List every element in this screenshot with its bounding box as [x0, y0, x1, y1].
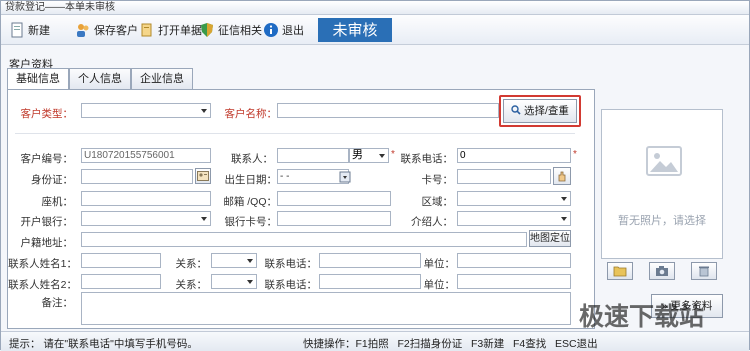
relation-2-label: 关系： [175, 279, 208, 291]
open-document-button[interactable]: 打开单据 [139, 20, 202, 40]
id-card-label: 身份证： [31, 174, 73, 186]
open-document-label: 打开单据 [158, 25, 202, 37]
bank-card-input[interactable] [277, 211, 391, 226]
referrer-label: 介绍人： [411, 216, 453, 228]
customer-name-label: 客户名称： [224, 108, 278, 120]
window-title: 贷款登记——本单未审核 [1, 1, 749, 15]
tab-company-info[interactable]: 企业信息 [131, 68, 193, 89]
map-locate-button[interactable]: 地图定位 [529, 230, 571, 247]
customer-no-input[interactable]: U180720155756001 [81, 148, 211, 163]
credit-label: 征信相关 [218, 25, 262, 37]
contact-phone-1-input[interactable] [319, 253, 421, 268]
landline-label: 座机： [41, 196, 74, 208]
address-input[interactable] [81, 232, 527, 247]
contact-phone-2-input[interactable] [319, 274, 421, 289]
customer-type-select[interactable] [81, 103, 211, 118]
relation-2-select[interactable] [211, 274, 257, 289]
id-card-icon [197, 171, 209, 181]
select-dedupe-label: 选择/查重 [524, 105, 569, 117]
contact-name-2-input[interactable] [81, 274, 161, 289]
unit-2-input[interactable] [457, 274, 571, 289]
audit-status-badge: 未审核 [318, 18, 392, 42]
bank-select[interactable] [81, 211, 211, 226]
new-label: 新建 [28, 25, 50, 37]
new-document-icon [11, 22, 23, 38]
contact-phone-input[interactable]: 0 [457, 148, 571, 163]
divider [15, 133, 575, 134]
unit-1-label: 单位： [423, 258, 456, 270]
save-customer-label: 保存客户 [94, 25, 138, 37]
unit-1-input[interactable] [457, 253, 571, 268]
email-qq-input[interactable] [277, 191, 391, 206]
tab-personal-info[interactable]: 个人信息 [69, 68, 131, 89]
bank-label: 开户银行： [20, 216, 74, 228]
contact-name-2-label: 联系人姓名2： [8, 279, 77, 291]
remark-textarea[interactable] [81, 292, 571, 325]
photo-camera-button[interactable] [649, 262, 675, 280]
camera-icon [656, 266, 668, 276]
customer-name-input[interactable] [277, 103, 499, 118]
required-mark: * [573, 149, 577, 160]
photo-open-button[interactable] [607, 262, 633, 280]
info-icon [264, 23, 278, 37]
contact-phone-2-label: 联系电话： [264, 279, 318, 291]
unit-2-label: 单位： [423, 279, 456, 291]
referrer-select[interactable] [457, 211, 571, 226]
image-placeholder-icon [646, 146, 682, 176]
magnifier-icon [511, 105, 521, 115]
customer-no-label: 客户编号： [20, 153, 74, 165]
photo-delete-button[interactable] [691, 262, 717, 280]
watermark: 极速下载站 [579, 302, 705, 331]
shield-icon [201, 23, 213, 37]
id-card-reader-button[interactable] [195, 168, 211, 184]
recycle-bin-icon [699, 266, 709, 277]
gender-select[interactable]: 男 [349, 148, 389, 163]
contact-label: 联系人： [231, 153, 273, 165]
card-no-label: 卡号： [421, 174, 454, 186]
customer-type-label: 客户类型： [20, 108, 74, 120]
address-label: 户籍地址： [20, 237, 74, 249]
card-reader-button[interactable] [553, 167, 571, 185]
save-customer-button[interactable]: 保存客户 [75, 20, 138, 40]
required-mark: * [391, 149, 395, 160]
relation-1-select[interactable] [211, 253, 257, 268]
new-button[interactable]: 新建 [9, 20, 50, 40]
exit-button[interactable]: 退出 [263, 20, 304, 40]
landline-input[interactable] [81, 191, 211, 206]
contact-phone-label: 联系电话： [400, 153, 454, 165]
id-card-input[interactable] [81, 169, 193, 184]
relation-1-label: 关系： [175, 258, 208, 270]
hand-icon [558, 171, 566, 182]
tab-basic-info[interactable]: 基础信息 [7, 68, 69, 90]
card-no-input[interactable] [457, 169, 551, 184]
toolbar: 新建 保存客户 打开单据 征信相关 退出 未审核 [1, 15, 749, 45]
birth-date-label: 出生日期： [224, 174, 278, 186]
status-tip: 提示： 请在"联系电话"中填写手机号码。 [9, 338, 198, 350]
photo-placeholder-text: 暂无照片，请选择 [618, 215, 706, 227]
photo-panel[interactable]: 暂无照片，请选择 [601, 109, 723, 259]
remark-label: 备注： [41, 297, 74, 309]
bank-card-label: 银行卡号： [224, 216, 278, 228]
shortcut-hints: 快捷操作：F1拍照 F2扫描身份证 F3新建 F4查找 ESC退出 [303, 338, 598, 350]
exit-label: 退出 [282, 25, 304, 37]
folder-icon [613, 266, 627, 277]
contact-name-1-input[interactable] [81, 253, 161, 268]
contact-input[interactable] [277, 148, 349, 163]
app-window: 贷款登记——本单未审核 新建 保存客户 打开单据 征信相关 退出 未审核 客户资… [0, 0, 750, 351]
contact-name-1-label: 联系人姓名1： [8, 258, 77, 270]
status-bar: 提示： 请在"联系电话"中填写手机号码。 快捷操作：F1拍照 F2扫描身份证 F… [1, 331, 749, 351]
calendar-dropdown-icon[interactable] [339, 170, 351, 183]
credit-button[interactable]: 征信相关 [199, 20, 262, 40]
email-qq-label: 邮箱 /QQ： [223, 196, 277, 208]
users-icon [77, 24, 89, 37]
open-file-icon [141, 23, 152, 37]
select-dedupe-button[interactable]: 选择/查重 [503, 99, 577, 123]
region-select[interactable] [457, 191, 571, 206]
contact-phone-1-label: 联系电话： [264, 258, 318, 270]
region-label: 区域： [421, 196, 454, 208]
